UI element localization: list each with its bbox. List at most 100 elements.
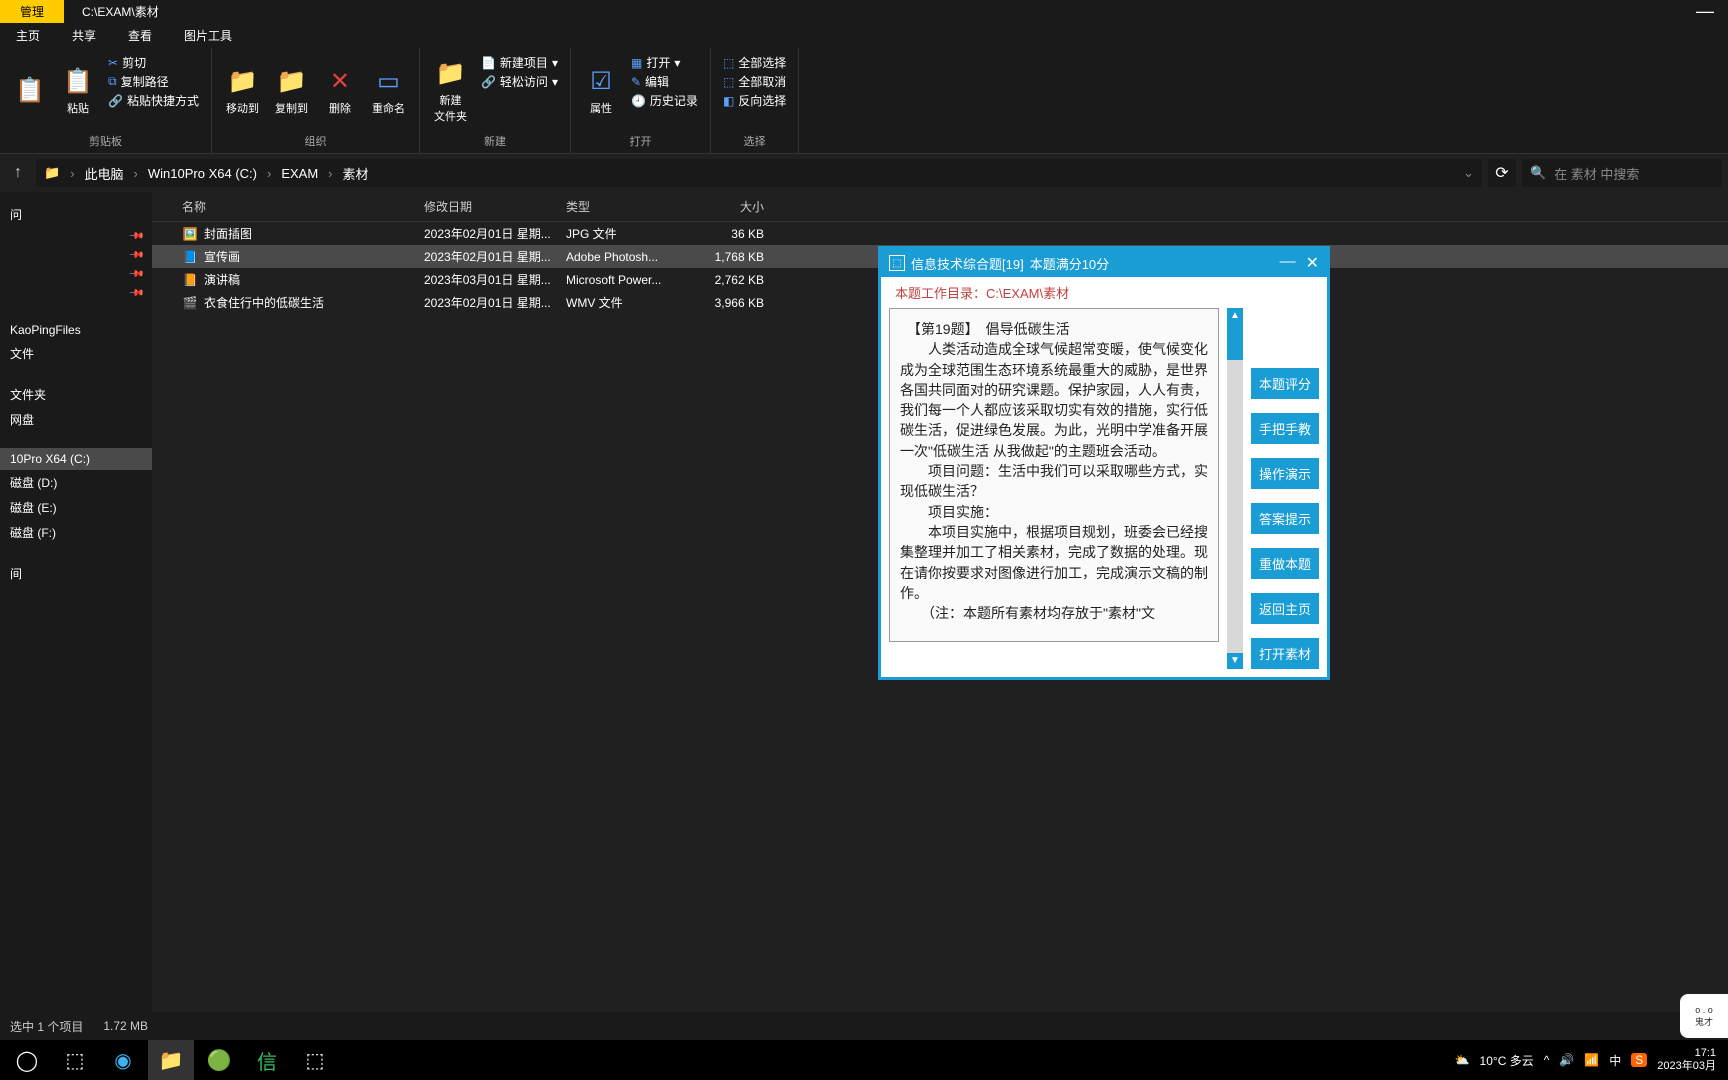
copyto-button[interactable]: 📁复制到 bbox=[269, 50, 314, 131]
sidebar-pin[interactable]: 📌 bbox=[0, 284, 152, 303]
history-button[interactable]: 🕘历史记录 bbox=[631, 92, 698, 109]
bc-thispc[interactable]: 此电脑 bbox=[85, 164, 124, 183]
titlebar-context-tab[interactable]: 管理 bbox=[0, 0, 64, 23]
edge-icon[interactable]: ◉ bbox=[100, 1040, 146, 1080]
bc-drive[interactable]: Win10Pro X64 (C:) bbox=[148, 166, 257, 181]
selectnone-button[interactable]: ⬚全部取消 bbox=[723, 73, 786, 90]
shortcut-icon: 🔗 bbox=[108, 94, 123, 108]
sidebar-item[interactable]: KaoPingFiles bbox=[0, 319, 152, 341]
search-input[interactable]: 🔍 在 素材 中搜索 bbox=[1522, 159, 1722, 187]
start-button[interactable]: ◯ bbox=[4, 1040, 50, 1080]
taskview-button[interactable]: ⬚ bbox=[52, 1040, 98, 1080]
ribbon-tabs: 主页 共享 查看 图片工具 bbox=[0, 22, 1728, 48]
exam-action-button[interactable]: 手把手教 bbox=[1251, 413, 1319, 444]
properties-button[interactable]: ☑属性 bbox=[579, 50, 623, 131]
sidebar-item[interactable]: 文件夹 bbox=[0, 382, 152, 407]
col-type[interactable]: 类型 bbox=[566, 198, 686, 215]
newfolder-button[interactable]: 📁新建 文件夹 bbox=[428, 50, 473, 131]
sogou-icon[interactable]: S bbox=[1631, 1053, 1647, 1067]
exam-action-button[interactable]: 重做本题 bbox=[1251, 548, 1319, 579]
open-button[interactable]: ▦打开▾ bbox=[631, 54, 698, 71]
delete-button[interactable]: ✕删除 bbox=[318, 50, 362, 131]
edit-button[interactable]: ✎编辑 bbox=[631, 73, 698, 90]
exam-scrollbar[interactable]: ▲ ▼ bbox=[1227, 308, 1243, 669]
clock[interactable]: 17:1 2023年03月 bbox=[1657, 1047, 1716, 1073]
sidebar-pin[interactable]: 📌 bbox=[0, 227, 152, 246]
weather-text: 10°C 多云 bbox=[1480, 1052, 1534, 1069]
tab-share[interactable]: 共享 bbox=[56, 23, 112, 48]
exam-action-button[interactable]: 答案提示 bbox=[1251, 503, 1319, 534]
sidebar-item-drive-e[interactable]: 磁盘 (E:) bbox=[0, 495, 152, 520]
sidebar-item-drive-d[interactable]: 磁盘 (D:) bbox=[0, 470, 152, 495]
up-button[interactable]: ↑ bbox=[6, 161, 30, 185]
paste-shortcut-button[interactable]: 🔗粘贴快捷方式 bbox=[108, 92, 199, 109]
ime-indicator[interactable]: 中 bbox=[1609, 1052, 1621, 1069]
pin-icon: 📋 bbox=[14, 75, 46, 107]
tab-home[interactable]: 主页 bbox=[0, 23, 56, 48]
sidebar-pin[interactable]: 📌 bbox=[0, 246, 152, 265]
exam-action-button[interactable]: 返回主页 bbox=[1251, 593, 1319, 624]
scroll-thumb[interactable] bbox=[1227, 324, 1243, 360]
sidebar-item[interactable]: 间 bbox=[0, 561, 152, 586]
newitem-icon: 📄 bbox=[481, 56, 496, 70]
sidebar-quick[interactable]: 问 bbox=[0, 202, 152, 227]
status-selection: 选中 1 个项目 bbox=[10, 1018, 83, 1035]
exam-action-button[interactable]: 打开素材 bbox=[1251, 638, 1319, 669]
col-name[interactable]: 名称 bbox=[166, 198, 424, 215]
tab-view[interactable]: 查看 bbox=[112, 23, 168, 48]
app2-icon[interactable]: ⬚ bbox=[292, 1040, 338, 1080]
col-size[interactable]: 大小 bbox=[686, 198, 764, 215]
tray-chevron-icon[interactable]: ^ bbox=[1544, 1053, 1550, 1067]
bc-exam[interactable]: EXAM bbox=[281, 166, 318, 181]
minimize-button[interactable]: — bbox=[1682, 0, 1728, 22]
cut-icon: ✂ bbox=[108, 56, 118, 70]
easyaccess-button[interactable]: 🔗轻松访问▾ bbox=[481, 73, 558, 90]
bc-folder[interactable]: 素材 bbox=[343, 164, 369, 183]
scroll-up-icon[interactable]: ▲ bbox=[1227, 308, 1243, 324]
explorer-icon[interactable]: 📁 bbox=[148, 1040, 194, 1080]
sidebar-item[interactable]: 文件 bbox=[0, 341, 152, 366]
group-organize-label: 组织 bbox=[304, 131, 326, 151]
exam-titlebar[interactable]: ⬚ 信息技术综合题[19] 本题满分10分 — ✕ bbox=[881, 249, 1327, 277]
group-select-label: 选择 bbox=[744, 131, 766, 151]
easyaccess-icon: 🔗 bbox=[481, 75, 496, 89]
addressbar: ↑ 📁 › 此电脑› Win10Pro X64 (C:)› EXAM› 素材 ⌄… bbox=[0, 154, 1728, 192]
exam-action-button[interactable]: 操作演示 bbox=[1251, 458, 1319, 489]
refresh-button[interactable]: ⟳ bbox=[1488, 159, 1516, 187]
exam-action-button[interactable]: 本题评分 bbox=[1251, 368, 1319, 399]
newitem-button[interactable]: 📄新建项目▾ bbox=[481, 54, 558, 71]
avatar-bubble[interactable]: o . o 鬼才 bbox=[1680, 994, 1728, 1038]
file-name: 封面插图 bbox=[204, 225, 252, 242]
file-name: 宣传画 bbox=[204, 248, 240, 265]
chrome-icon[interactable]: 🟢 bbox=[196, 1040, 242, 1080]
window-title: C:\EXAM\素材 bbox=[64, 3, 177, 20]
pin-button[interactable]: 📋 bbox=[8, 50, 52, 131]
sidebar-item[interactable]: 网盘 bbox=[0, 407, 152, 432]
col-date[interactable]: 修改日期 bbox=[424, 198, 566, 215]
weather-icon[interactable]: ⛅ bbox=[1455, 1053, 1470, 1067]
wifi-icon[interactable]: 📶 bbox=[1584, 1053, 1599, 1067]
paste-button[interactable]: 📋粘贴 bbox=[56, 50, 100, 131]
app-icon[interactable]: 信 bbox=[244, 1040, 290, 1080]
scroll-down-icon[interactable]: ▼ bbox=[1227, 653, 1243, 669]
sidebar-pin[interactable]: 📌 bbox=[0, 265, 152, 284]
exam-close-button[interactable]: ✕ bbox=[1306, 253, 1319, 273]
pin-icon: 📌 bbox=[127, 285, 144, 302]
rename-button[interactable]: ▭重命名 bbox=[366, 50, 411, 131]
sidebar-item-drive-f[interactable]: 磁盘 (F:) bbox=[0, 520, 152, 545]
copy-path-button[interactable]: ⧉复制路径 bbox=[108, 73, 199, 90]
taskbar: ◯ ⬚ ◉ 📁 🟢 信 ⬚ ⛅ 10°C 多云 ^ 🔊 📶 中 S 17:1 2… bbox=[0, 1040, 1728, 1080]
exam-minimize-button[interactable]: — bbox=[1280, 253, 1296, 273]
network-icon[interactable]: 🔊 bbox=[1559, 1053, 1574, 1067]
file-type: JPG 文件 bbox=[566, 225, 686, 242]
tab-picture-tools[interactable]: 图片工具 bbox=[168, 23, 248, 48]
selectall-button[interactable]: ⬚全部选择 bbox=[723, 54, 786, 71]
cut-button[interactable]: ✂剪切 bbox=[108, 54, 199, 71]
file-row[interactable]: 🖼️封面插图2023年02月01日 星期...JPG 文件36 KB bbox=[152, 222, 1728, 245]
breadcrumb[interactable]: 📁 › 此电脑› Win10Pro X64 (C:)› EXAM› 素材 ⌄ bbox=[36, 159, 1482, 187]
file-icon: 🎬 bbox=[182, 295, 198, 311]
invert-button[interactable]: ◧反向选择 bbox=[723, 92, 786, 109]
moveto-button[interactable]: 📁移动到 bbox=[220, 50, 265, 131]
sidebar-item-drive-c[interactable]: 10Pro X64 (C:) bbox=[0, 448, 152, 470]
chevron-down-icon[interactable]: ⌄ bbox=[1463, 165, 1474, 181]
